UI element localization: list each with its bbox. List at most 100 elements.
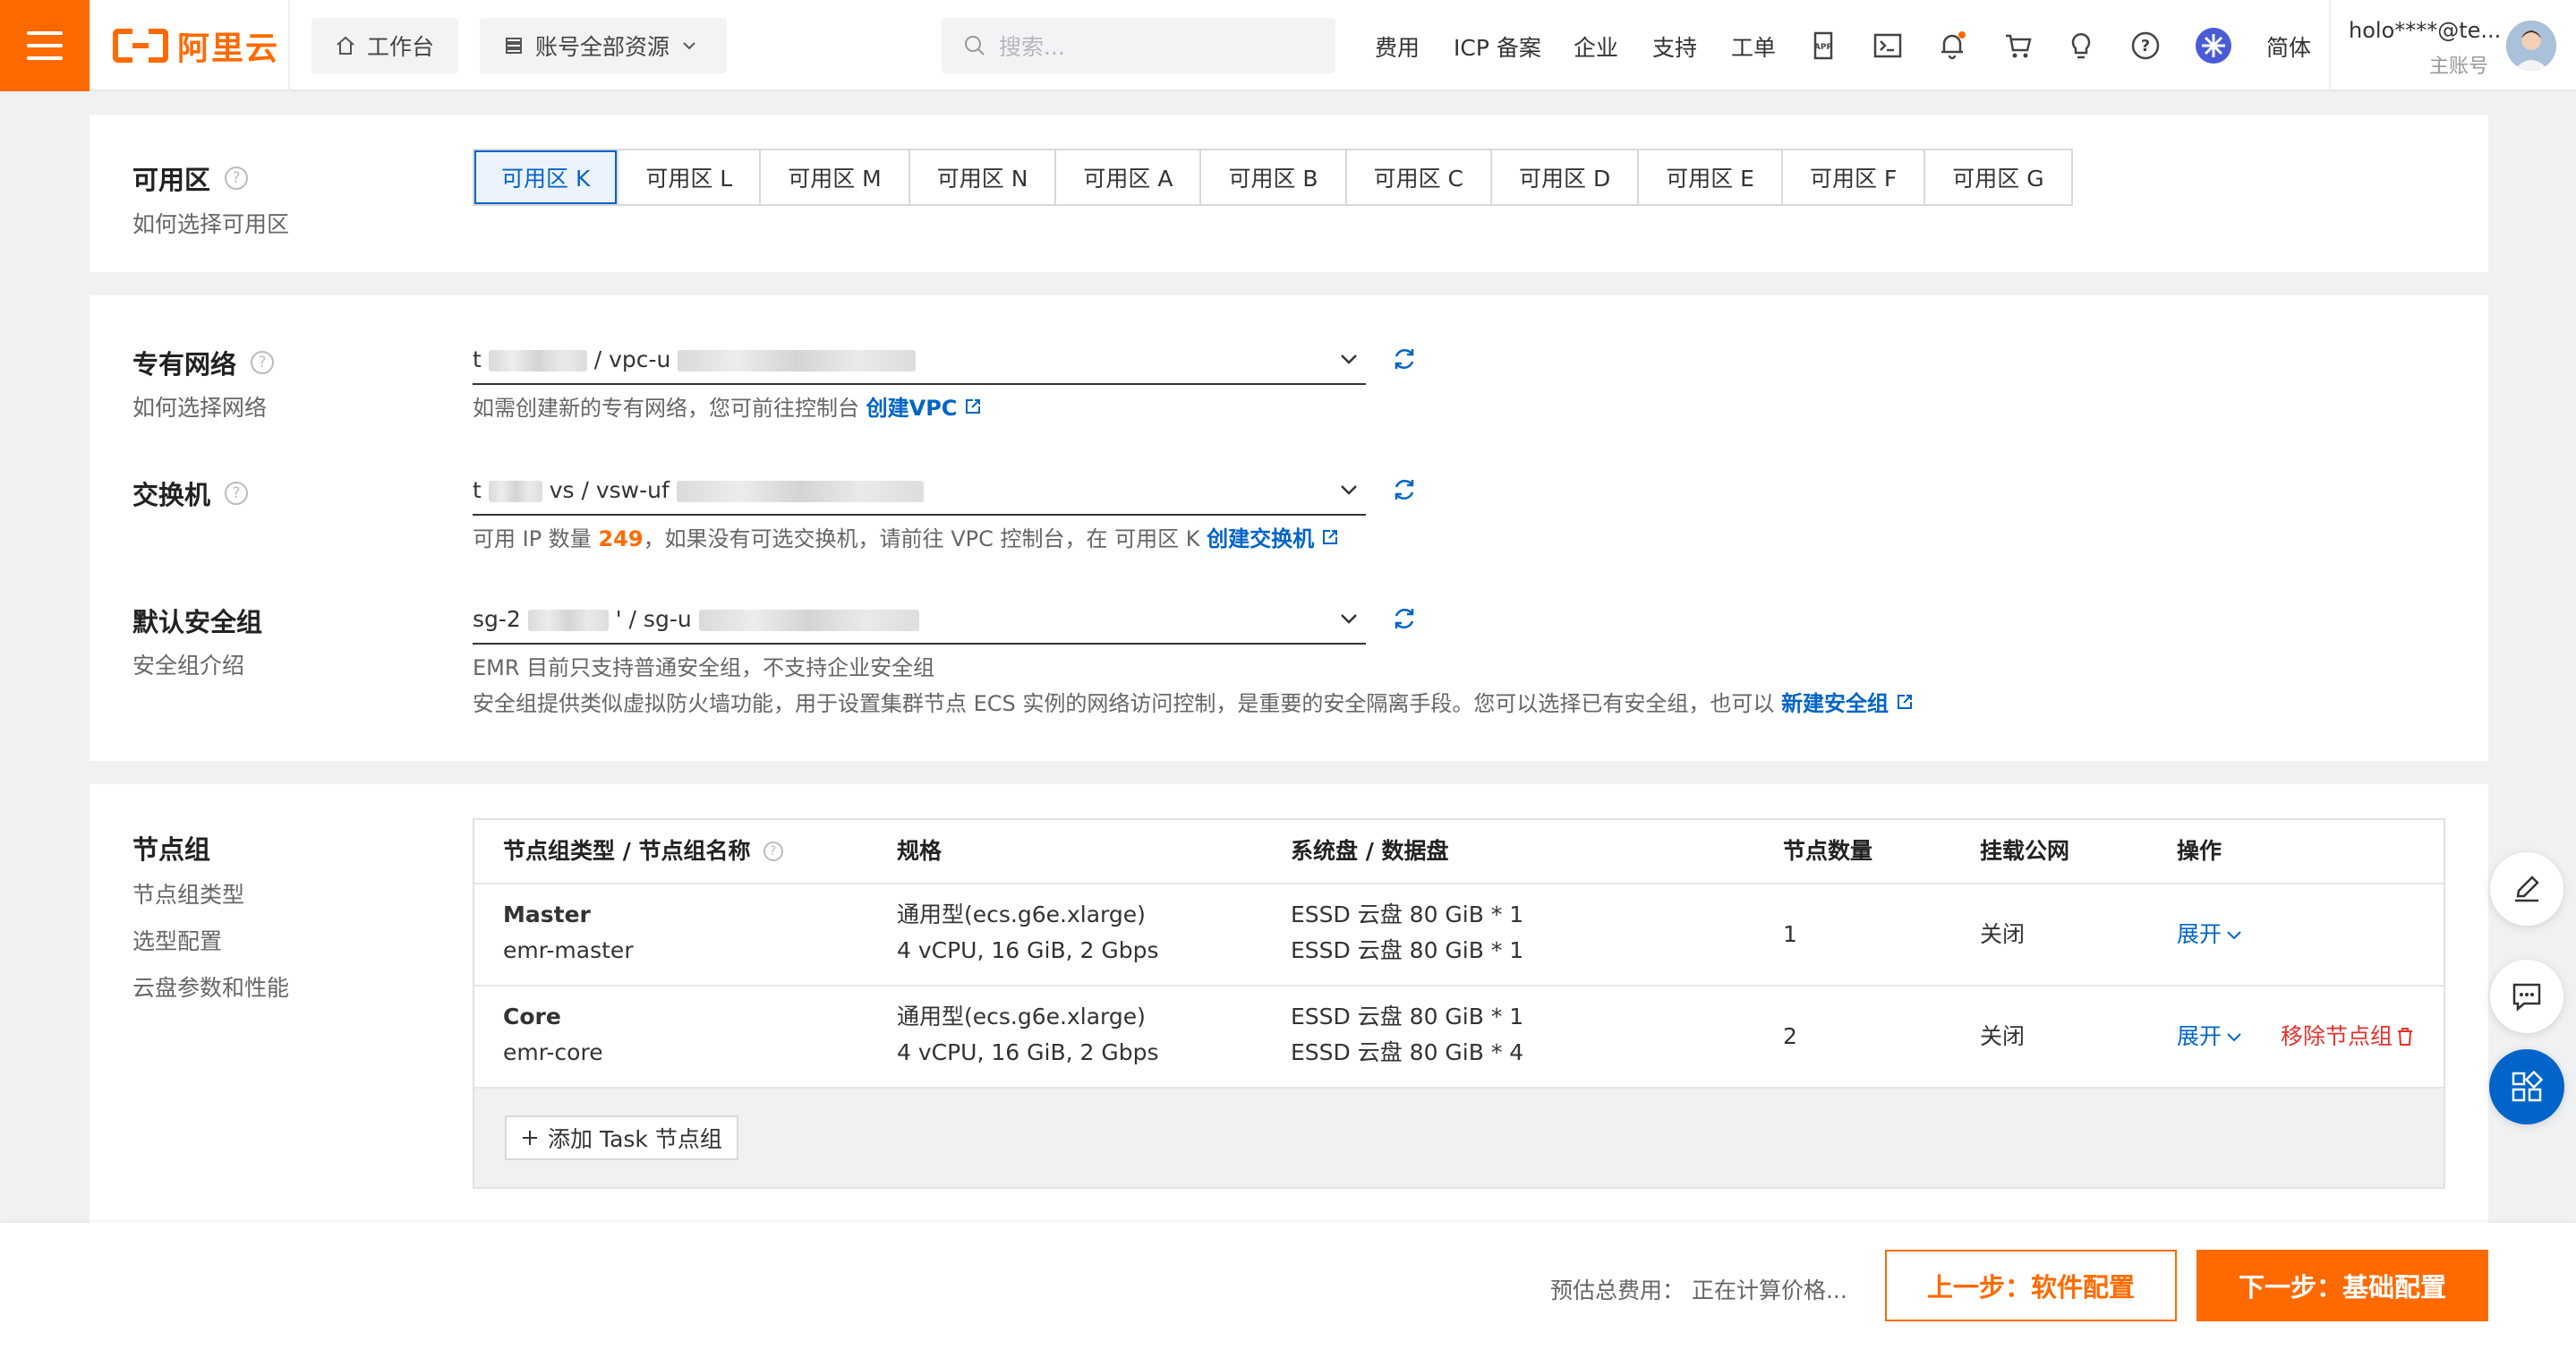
vswitch-select[interactable]: t vs / vsw-uf bbox=[473, 466, 1366, 516]
user-account-type: 主账号 bbox=[2428, 56, 2488, 78]
col-node-group: 节点组类型 / 节点组名称 ? bbox=[503, 820, 783, 883]
expand-button[interactable]: 展开 bbox=[2177, 1019, 2243, 1055]
table-row: Core emr-core 通用型(ecs.g6e.xlarge) 4 vCPU… bbox=[474, 987, 2444, 1089]
col-public-ip: 挂载公网 bbox=[1980, 838, 2070, 864]
trash-icon bbox=[2398, 1028, 2413, 1046]
chevron-down-icon bbox=[683, 42, 695, 50]
terminal-icon[interactable] bbox=[1871, 29, 1905, 63]
refresh-security-group-icon[interactable] bbox=[1391, 605, 1418, 632]
zone-title-text: 可用区 bbox=[132, 165, 211, 195]
chevron-down-icon bbox=[1335, 476, 1362, 503]
estimate-label: 预估总费用： bbox=[1550, 1277, 1685, 1303]
app-icon[interactable]: APP bbox=[1806, 29, 1840, 63]
nav-support[interactable]: 支持 bbox=[1652, 30, 1697, 63]
previous-step-button[interactable]: 上一步：软件配置 bbox=[1885, 1250, 2177, 1321]
avatar[interactable] bbox=[2506, 21, 2556, 71]
remove-node-group-button[interactable]: 移除节点组 bbox=[2281, 1019, 2414, 1055]
vswitch-hint-label: 可用 IP 数量 bbox=[473, 526, 592, 551]
sg-value-id: ' / sg-u bbox=[615, 605, 692, 632]
vpc-value-id: / vpc-u bbox=[593, 346, 671, 372]
instance-selection-link[interactable]: 选型配置 bbox=[132, 924, 222, 956]
search-icon bbox=[965, 36, 985, 56]
create-vswitch-link[interactable]: 创建交换机 bbox=[1207, 526, 1314, 551]
node-group-type-link[interactable]: 节点组类型 bbox=[132, 877, 244, 910]
vpc-value-prefix: t bbox=[473, 346, 482, 372]
zone-selector: 可用区 K 可用区 L 可用区 M 可用区 N 可用区 A 可用区 B 可用区 … bbox=[473, 149, 2073, 206]
node-group-title: 节点组 bbox=[132, 829, 210, 867]
price-estimate: 预估总费用： 正在计算价格... bbox=[1550, 1273, 1847, 1305]
instance-type: 通用型(ecs.g6e.xlarge) bbox=[897, 1004, 1146, 1030]
help-circle-icon[interactable]: ? bbox=[225, 167, 249, 190]
cart-icon[interactable] bbox=[2001, 29, 2035, 63]
help-icon[interactable]: ? bbox=[2128, 29, 2162, 63]
ai-assistant-icon[interactable] bbox=[2195, 27, 2232, 64]
vpc-hint: 如需创建新的专有网络，您可前往控制台 创建VPC bbox=[473, 390, 982, 422]
notification-bell-icon[interactable] bbox=[1935, 29, 1969, 63]
resource-scope-dropdown[interactable]: 账号全部资源 bbox=[480, 18, 727, 73]
expand-label: 展开 bbox=[2177, 921, 2222, 947]
public-ip-status: 关闭 bbox=[1980, 1023, 2026, 1049]
refresh-vpc-icon[interactable] bbox=[1391, 346, 1418, 372]
user-account[interactable]: holo****@te... 主账号 bbox=[2349, 18, 2501, 79]
hamburger-menu-button[interactable] bbox=[0, 0, 90, 91]
aliyun-logo[interactable]: 阿里云 bbox=[113, 20, 279, 72]
estimate-value: 正在计算价格... bbox=[1691, 1277, 1847, 1303]
nav-billing[interactable]: 费用 bbox=[1375, 30, 1420, 63]
workbench-button[interactable]: 工作台 bbox=[311, 18, 458, 73]
nav-tickets[interactable]: 工单 bbox=[1731, 30, 1776, 63]
security-group-title-text: 默认安全组 bbox=[132, 607, 263, 637]
expand-button[interactable]: 展开 bbox=[2177, 917, 2243, 953]
edit-icon bbox=[2515, 876, 2539, 902]
feedback-edit-button[interactable] bbox=[2490, 852, 2563, 926]
system-disk: ESSD 云盘 80 GiB * 1 bbox=[1291, 901, 1524, 927]
security-group-select[interactable]: sg-2 ' / sg-u bbox=[473, 594, 1366, 645]
vswitch-select-value: t vs / vsw-uf bbox=[473, 477, 1335, 503]
security-group-select-value: sg-2 ' / sg-u bbox=[473, 606, 1335, 632]
help-circle-icon[interactable]: ? bbox=[225, 482, 249, 505]
create-vpc-link[interactable]: 创建VPC bbox=[866, 396, 958, 421]
security-group-help-link[interactable]: 安全组介绍 bbox=[132, 648, 244, 680]
vswitch-title: 交换机 ? bbox=[132, 474, 249, 512]
zone-option-l[interactable]: 可用区 L bbox=[617, 150, 759, 204]
security-group-hint-1: EMR 目前只支持普通安全组，不支持企业安全组 bbox=[473, 655, 935, 680]
search-input[interactable]: 搜索... bbox=[942, 18, 1335, 73]
create-security-group-link[interactable]: 新建安全组 bbox=[1781, 691, 1889, 716]
language-switch[interactable]: 简体 bbox=[2266, 30, 2311, 63]
search-placeholder: 搜索... bbox=[999, 34, 1065, 60]
zone-option-a[interactable]: 可用区 A bbox=[1054, 150, 1199, 204]
nav-enterprise[interactable]: 企业 bbox=[1574, 30, 1618, 63]
node-group-type: Core bbox=[503, 1004, 561, 1030]
lightbulb-icon[interactable] bbox=[2064, 29, 2098, 63]
next-step-button[interactable]: 下一步：基础配置 bbox=[2196, 1250, 2488, 1321]
nav-icp-filing[interactable]: ICP 备案 bbox=[1454, 30, 1541, 63]
zone-option-k[interactable]: 可用区 K bbox=[474, 150, 618, 204]
zone-option-e[interactable]: 可用区 E bbox=[1637, 150, 1781, 204]
zone-option-d[interactable]: 可用区 D bbox=[1490, 150, 1637, 204]
instance-spec: 4 vCPU, 16 GiB, 2 Gbps bbox=[897, 1039, 1159, 1065]
zone-help-link[interactable]: 如何选择可用区 bbox=[132, 207, 289, 239]
sg-value-prefix: sg-2 bbox=[473, 605, 521, 632]
disk-performance-link[interactable]: 云盘参数和性能 bbox=[132, 970, 289, 1003]
zone-option-m[interactable]: 可用区 M bbox=[759, 150, 908, 204]
help-circle-icon[interactable]: ? bbox=[763, 842, 783, 861]
data-disk: ESSD 云盘 80 GiB * 4 bbox=[1291, 1039, 1524, 1065]
external-link-icon bbox=[1897, 695, 1912, 709]
zone-option-c[interactable]: 可用区 C bbox=[1344, 150, 1490, 204]
node-group-type: Master bbox=[503, 901, 591, 927]
add-task-node-group-button[interactable]: 添加 Task 节点组 bbox=[505, 1115, 738, 1160]
zone-option-g[interactable]: 可用区 G bbox=[1923, 150, 2070, 204]
vpc-select[interactable]: t / vpc-u bbox=[473, 335, 1366, 385]
home-icon bbox=[337, 36, 354, 55]
node-group-title-text: 节点组 bbox=[132, 834, 211, 865]
chat-button[interactable] bbox=[2490, 960, 2563, 1033]
refresh-vswitch-icon[interactable] bbox=[1391, 476, 1418, 503]
node-count: 2 bbox=[1783, 1023, 1797, 1049]
help-circle-icon[interactable]: ? bbox=[251, 351, 275, 374]
vpc-help-link[interactable]: 如何选择网络 bbox=[132, 390, 267, 423]
app-grid-button[interactable] bbox=[2489, 1049, 2564, 1124]
zone-option-b[interactable]: 可用区 B bbox=[1199, 150, 1344, 204]
table-header: 节点组类型 / 节点组名称 ? 规格 系统盘 / 数据盘 节点数量 挂载公网 操… bbox=[474, 820, 2444, 884]
zone-option-f[interactable]: 可用区 F bbox=[1780, 150, 1923, 204]
resource-scope-label: 账号全部资源 bbox=[535, 34, 670, 60]
zone-option-n[interactable]: 可用区 N bbox=[908, 150, 1055, 204]
